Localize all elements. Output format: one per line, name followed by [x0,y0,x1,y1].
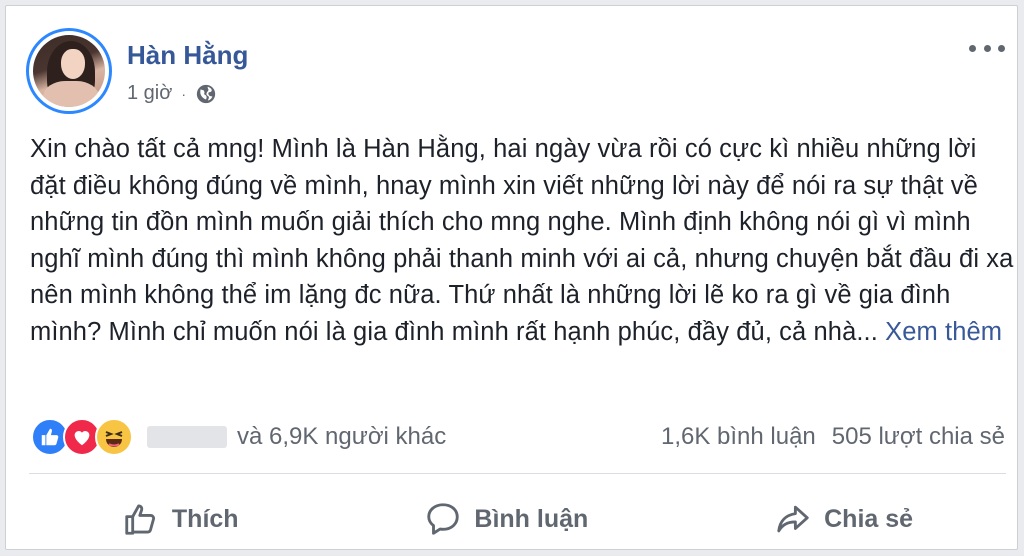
divider [29,473,1006,474]
reaction-icons [31,418,133,456]
haha-icon [95,418,133,456]
like-button[interactable]: Thích [108,494,253,544]
like-label: Thích [171,504,239,533]
post-card: Hàn Hằng 1 giờ · Xin chào tất cả mng! Mì… [5,5,1018,550]
post-body: Xin chào tất cả mng! Mình là Hàn Hằng, h… [30,135,1014,346]
avatar[interactable] [26,28,112,114]
more-options-icon[interactable] [969,40,1005,56]
meta-separator: · [181,85,187,102]
comment-count[interactable]: 1,6K bình luận [661,423,816,451]
author-name[interactable]: Hàn Hằng [127,40,248,71]
avatar-image [33,35,105,107]
share-count[interactable]: 505 lượt chia sẻ [832,423,1005,451]
comment-label: Bình luận [474,504,589,533]
globe-icon[interactable] [195,83,217,105]
see-more-link[interactable]: Xem thêm [885,318,1002,346]
reactions-summary[interactable]: và 6,9K người khác [31,418,446,456]
post-meta: 1 giờ · [127,82,217,105]
comment-button[interactable]: Bình luận [410,494,602,544]
share-button[interactable]: Chia sẻ [760,494,927,544]
action-bar: Thích Bình luận Chia sẻ [29,491,1006,547]
share-icon [777,505,809,533]
reaction-count[interactable]: và 6,9K người khác [237,423,446,451]
comment-icon [427,503,460,535]
thumbs-up-icon [125,504,155,535]
post-stats: 1,6K bình luận 505 lượt chia sẻ [661,423,1005,451]
post-timestamp[interactable]: 1 giờ [127,82,172,105]
blurred-reactor-name [147,426,227,448]
post-text: Xin chào tất cả mng! Mình là Hàn Hằng, h… [30,131,1015,351]
share-label: Chia sẻ [824,504,914,533]
